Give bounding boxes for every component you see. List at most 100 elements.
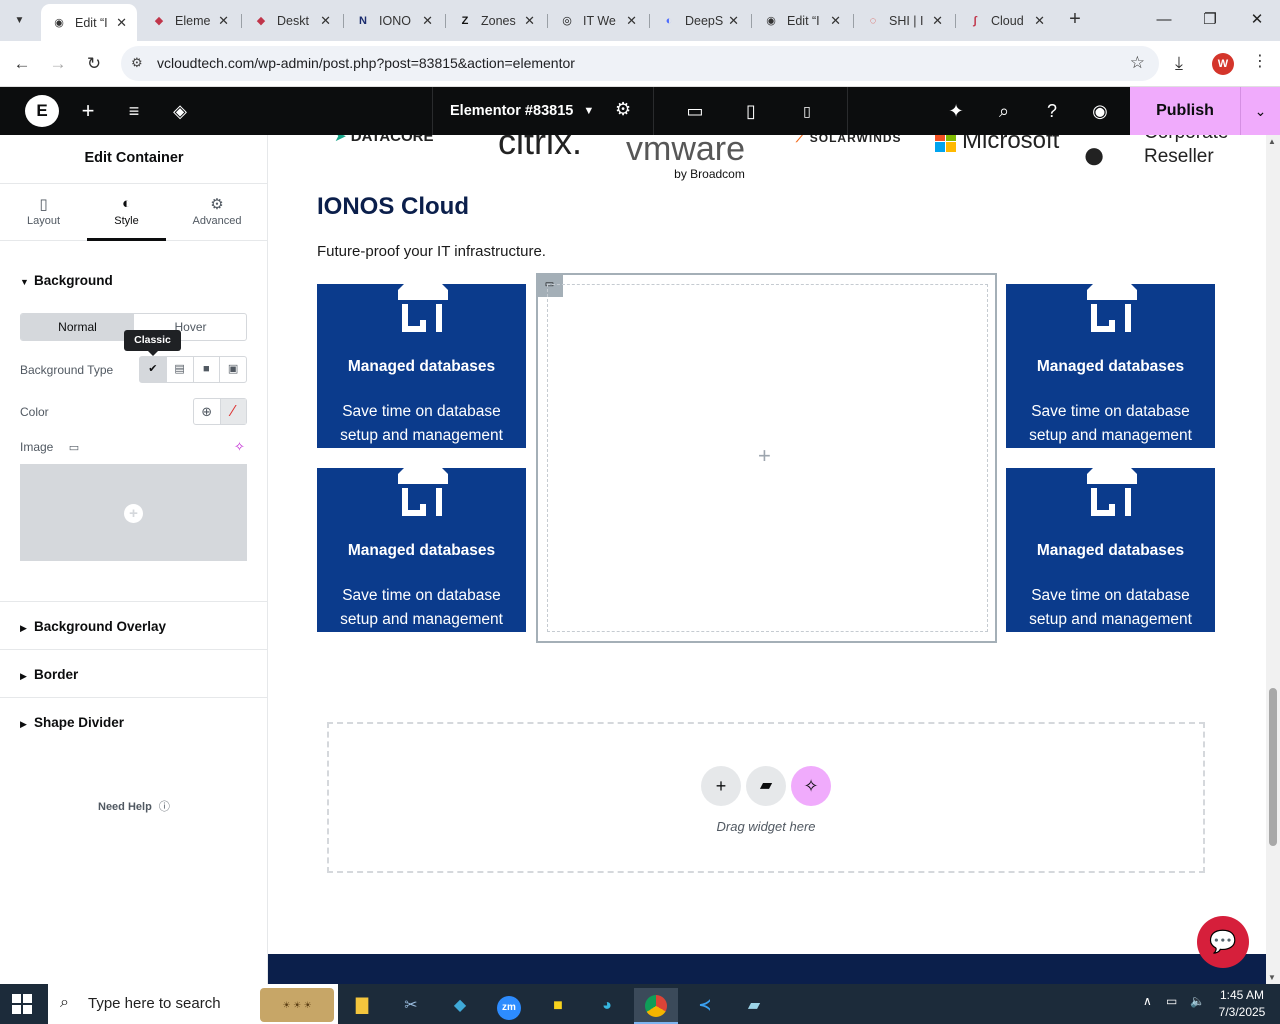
taskbar-clock[interactable]: 1:45 AM 7/3/2025: [1212, 987, 1272, 1021]
color-swatch-empty[interactable]: ⁄: [219, 399, 246, 424]
sticky-notes-icon[interactable]: ■: [536, 988, 580, 1024]
bookmark-star-icon[interactable]: ☆: [1130, 53, 1145, 73]
browser-tab[interactable]: ◆ Deskt ✕: [243, 4, 341, 37]
section-background-toggle[interactable]: ▼ Background: [20, 273, 113, 288]
add-section-plus-icon[interactable]: +: [701, 766, 741, 806]
restore-icon[interactable]: ❐: [1195, 8, 1225, 32]
window-close-icon[interactable]: ✕: [1242, 8, 1272, 32]
site-settings-icon[interactable]: ≡: [122, 99, 146, 123]
image-picker[interactable]: +: [20, 464, 247, 561]
preview-eye-icon[interactable]: ◉: [1088, 99, 1112, 123]
gradient-icon[interactable]: ▤: [167, 357, 194, 382]
desktop-icon[interactable]: ▭: [683, 99, 707, 123]
tab-style[interactable]: ◐ Style: [87, 184, 166, 241]
new-tab-button[interactable]: +: [1064, 8, 1086, 32]
document-title-dropdown[interactable]: Elementor #83815 ▼ ⚙: [432, 87, 654, 135]
tab-close-icon[interactable]: ✕: [830, 13, 841, 29]
tab-close-icon[interactable]: ✕: [728, 13, 739, 29]
add-widget-plus-icon[interactable]: +: [758, 443, 771, 469]
tab-layout[interactable]: ▯ Layout: [0, 184, 87, 241]
canvas-scrollbar[interactable]: ▲ ▼: [1266, 135, 1280, 984]
selected-empty-container[interactable]: ▭ +: [536, 273, 997, 643]
browser-tab[interactable]: ◌ SHI | I ✕: [855, 4, 953, 37]
reload-icon[interactable]: ↻: [82, 52, 106, 76]
page-settings-gear-icon[interactable]: ⚙: [615, 99, 631, 120]
back-icon[interactable]: ←: [10, 52, 34, 76]
section-shape-divider-toggle[interactable]: ▶ Shape Divider: [20, 715, 124, 730]
feature-card[interactable]: Managed databases Save time on database …: [317, 284, 526, 448]
browser-tab[interactable]: ◉ Edit “I ✕: [41, 4, 137, 41]
forward-icon[interactable]: →: [46, 52, 70, 76]
publish-options-chevron-icon[interactable]: ⌄: [1240, 87, 1280, 135]
edge-browser-icon[interactable]: ◕: [585, 988, 629, 1024]
ai-builder-sparkle-icon[interactable]: ✧: [791, 766, 831, 806]
state-normal-button[interactable]: Normal: [21, 314, 134, 340]
tab-close-icon[interactable]: ✕: [626, 13, 637, 29]
finder-search-icon[interactable]: ⌕: [992, 99, 1016, 123]
publish-button[interactable]: Publish: [1130, 87, 1240, 135]
tablet-icon[interactable]: ▯: [739, 99, 763, 123]
profile-avatar[interactable]: W: [1212, 53, 1234, 75]
download-icon[interactable]: ⤓: [1175, 53, 1183, 74]
elementor-logo-icon[interactable]: E: [25, 95, 59, 127]
help-icon[interactable]: ?: [1040, 99, 1064, 123]
windows-start-icon[interactable]: [12, 994, 32, 1014]
scrollbar-thumb[interactable]: [1269, 688, 1277, 846]
notepad-app-icon[interactable]: ▰: [732, 988, 776, 1024]
taskbar-search-box[interactable]: ⌕ Type here to search ☀ ☀ ☀: [48, 984, 338, 1024]
zoom-app-icon[interactable]: zm: [487, 988, 531, 1024]
tab-advanced[interactable]: ⚙ Advanced: [166, 184, 268, 241]
feature-card[interactable]: Managed databases Save time on database …: [1006, 468, 1215, 632]
volume-icon[interactable]: 🔈: [1190, 994, 1205, 1008]
omnibox[interactable]: ⚙ vcloudtech.com/wp-admin/post.php?post=…: [121, 46, 1159, 81]
snipping-tool-icon[interactable]: ✂: [389, 988, 433, 1024]
structure-layers-icon[interactable]: ◈: [168, 99, 192, 123]
browser-tab[interactable]: ∫ Cloud ✕: [957, 4, 1055, 37]
scroll-down-icon[interactable]: ▼: [1268, 973, 1276, 982]
browser-tab[interactable]: Z Zones ✕: [447, 4, 545, 37]
classic-brush-icon[interactable]: ✔: [140, 357, 167, 382]
scroll-up-icon[interactable]: ▲: [1268, 137, 1276, 146]
chat-bubble-icon[interactable]: 💬: [1197, 916, 1249, 968]
browser-menu-icon[interactable]: ⋮: [1252, 51, 1268, 71]
tab-close-icon[interactable]: ✕: [524, 13, 535, 29]
tab-close-icon[interactable]: ✕: [116, 15, 127, 31]
video-icon[interactable]: ■: [194, 357, 221, 382]
site-info-icon[interactable]: ⚙: [131, 55, 143, 71]
global-colors-icon[interactable]: ⊕: [194, 399, 220, 424]
tab-search-chevron-icon[interactable]: ▼: [6, 7, 33, 34]
feature-card[interactable]: Managed databases Save time on database …: [1006, 284, 1215, 448]
need-help-link[interactable]: Need Help ⓘ: [98, 798, 170, 814]
chrome-browser-icon[interactable]: [634, 988, 678, 1024]
template-library-folder-icon[interactable]: ▰: [746, 766, 786, 806]
tab-close-icon[interactable]: ✕: [932, 13, 943, 29]
add-element-icon[interactable]: +: [76, 99, 100, 123]
vscode-icon[interactable]: ≺: [683, 988, 727, 1024]
browser-tab[interactable]: ◆ Eleme ✕: [141, 4, 239, 37]
tab-close-icon[interactable]: ✕: [1034, 13, 1045, 29]
minimize-icon[interactable]: —: [1149, 8, 1179, 32]
browser-tab[interactable]: ◎ IT We ✕: [549, 4, 647, 37]
ai-sparkle-icon[interactable]: ✧: [234, 439, 245, 455]
tab-close-icon[interactable]: ✕: [422, 13, 433, 29]
add-image-plus-icon[interactable]: +: [124, 504, 143, 523]
responsive-desktop-icon[interactable]: ▭: [69, 442, 79, 454]
section-heading: Shape Divider: [34, 715, 125, 730]
section-background-overlay-toggle[interactable]: ▶ Background Overlay: [20, 619, 166, 634]
mobile-icon[interactable]: ▯: [795, 99, 819, 123]
network-icon[interactable]: ▭: [1166, 994, 1177, 1008]
browser-tab[interactable]: N IONO ✕: [345, 4, 443, 37]
add-section-dropzone[interactable]: + ▰ ✧ Drag widget here: [327, 722, 1205, 873]
feature-card[interactable]: Managed databases Save time on database …: [317, 468, 526, 632]
notifications-megaphone-icon[interactable]: ✦: [944, 99, 968, 123]
tray-overflow-chevron-icon[interactable]: ∧: [1143, 994, 1152, 1008]
app-diamond-icon[interactable]: ◆: [438, 988, 482, 1024]
file-explorer-icon[interactable]: ▇: [340, 988, 384, 1024]
tab-close-icon[interactable]: ✕: [218, 13, 229, 29]
slideshow-icon[interactable]: ▣: [220, 357, 246, 382]
section-border-toggle[interactable]: ▶ Border: [20, 667, 78, 682]
browser-tab[interactable]: ◐ DeepS ✕: [651, 4, 749, 37]
url-text[interactable]: vcloudtech.com/wp-admin/post.php?post=83…: [157, 55, 575, 71]
tab-close-icon[interactable]: ✕: [320, 13, 331, 29]
browser-tab[interactable]: ◉ Edit “I ✕: [753, 4, 851, 37]
